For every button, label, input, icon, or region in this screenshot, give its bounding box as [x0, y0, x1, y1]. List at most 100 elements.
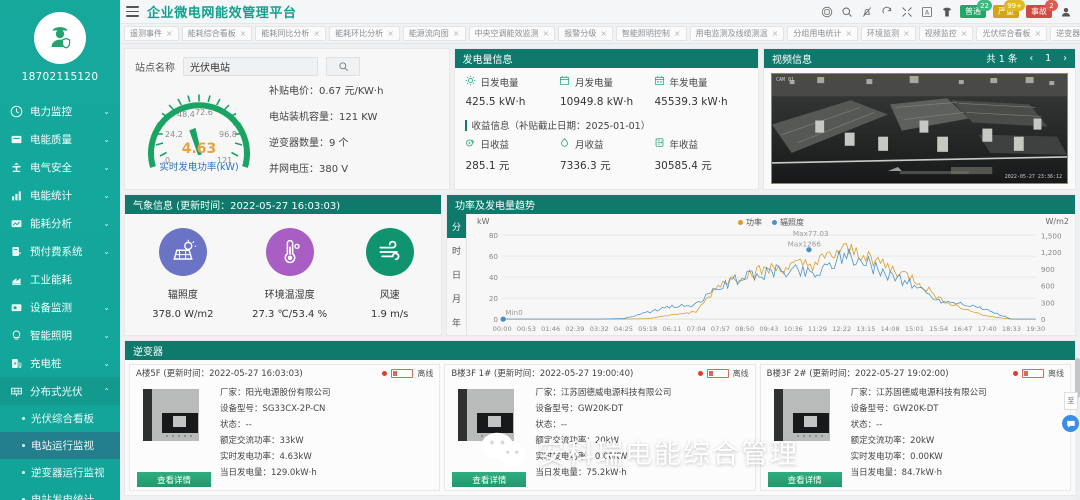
metric-value: 285.1 元 [466, 158, 560, 173]
svg-text:1,500: 1,500 [1041, 232, 1062, 241]
station-search-button[interactable] [326, 57, 360, 76]
station-body: 24.2 48.4 72.6 96.8 0 121 4.63 实时发电功率(kW… [135, 76, 439, 181]
tab-energy-flow[interactable]: 能源流向图× [403, 26, 466, 41]
granularity-tab-month[interactable]: 月 [447, 287, 466, 311]
video-stream[interactable]: CAM 01 2022-05-27 23:36:12 [771, 73, 1068, 184]
weather-item-label: 环境温湿度 [252, 286, 327, 301]
inverter-card-body: 查看详情 厂家：江苏固德威电源科技有限公司 设备型号：GW20K-DT 状态：-… [761, 381, 1070, 490]
sidebar-item-power-quality[interactable]: 电能质量 ⌄ [0, 125, 120, 153]
tab-label: 报警分级 [564, 28, 596, 39]
station-search: 站点名称 光伏电站 [135, 57, 439, 76]
chat-icon[interactable] [1062, 415, 1079, 432]
legend-item-power[interactable]: 功率 [738, 217, 762, 228]
user-icon[interactable] [1059, 5, 1072, 18]
close-icon[interactable]: × [903, 29, 910, 38]
legend-item-irradiance[interactable]: 辐照度 [772, 217, 804, 228]
tab-smart-lighting[interactable]: 智能照明控制× [616, 26, 687, 41]
chevron-down-icon: ⌄ [103, 107, 110, 116]
tab-energy-yoy[interactable]: 能耗同比分析× [255, 26, 326, 41]
search-icon[interactable] [840, 5, 853, 18]
app-root: 18702115120 电力监控 ⌄ 电能质量 ⌄ [0, 0, 1080, 500]
gauge-caption: 实时发电功率(kW) [135, 159, 263, 173]
close-icon[interactable]: × [166, 29, 173, 38]
sidebar-item-industry-energy[interactable]: 工业能耗 [0, 265, 120, 293]
granularity-tab-year[interactable]: 年 [447, 311, 466, 335]
inverter-card[interactable]: B楼3F 2# (更新时间：2022-05-27 19:02:00) 离线 [760, 364, 1071, 491]
tab-hvac-efficiency[interactable]: 中央空调能效监测× [469, 26, 556, 41]
language-icon[interactable]: A [920, 5, 933, 18]
tab-cable-temperature[interactable]: 用电监测及线缆测温× [690, 26, 785, 41]
power-toggle[interactable] [707, 369, 729, 378]
sidebar-item-smart-lighting[interactable]: 智能照明 ⌄ [0, 321, 120, 349]
bell-off-icon[interactable] [860, 5, 873, 18]
tab-energy-mom[interactable]: 能耗环比分析× [329, 26, 400, 41]
chevron-down-icon: ⌄ [103, 135, 110, 144]
hamburger-icon[interactable] [126, 6, 139, 17]
trend-panel-title: 功率及发电量趋势 [455, 197, 535, 212]
inverter-vendor: 厂家：阳光电源股份有限公司 [220, 386, 434, 398]
sidebar-subitem-station-monitor[interactable]: 电站运行监视 [0, 432, 120, 459]
avatar[interactable] [34, 12, 86, 64]
sidebar-item-electric-safety[interactable]: 电气安全 ⌄ [0, 153, 120, 181]
granularity-tab-day[interactable]: 日 [447, 262, 466, 286]
sidebar-item-device-monitor[interactable]: 设备监测 ⌄ [0, 293, 120, 321]
view-detail-button[interactable]: 查看详情 [768, 472, 842, 487]
revenue-section-title: 收益信息（补贴截止日期：2025-01-01） [465, 118, 749, 132]
close-icon[interactable]: × [674, 29, 681, 38]
dashboard-icon[interactable] [820, 5, 833, 18]
tab-video-surveillance[interactable]: 视频监控× [919, 26, 974, 41]
sidebar-subitem-pv-dashboard[interactable]: 光伏综合看板 [0, 405, 120, 432]
sidebar-subitem-station-stats[interactable]: 电站发电统计 [0, 486, 120, 500]
tab-telemetry-event[interactable]: 遥测事件× [124, 26, 179, 41]
sidebar-item-prepay[interactable]: 预付费系统 ⌄ [0, 237, 120, 265]
refresh-icon[interactable] [880, 5, 893, 18]
power-toggle[interactable] [391, 369, 413, 378]
tab-pv-dashboard[interactable]: 光伏综合看板× [976, 26, 1047, 41]
granularity-tab-hour[interactable]: 时 [447, 238, 466, 262]
chevron-right-icon[interactable]: › [1063, 53, 1067, 64]
inverter-daily-generation: 当日发电量：75.2kW·h [535, 466, 749, 478]
sidebar-item-energy-analysis[interactable]: 能耗分析 ⌄ [0, 209, 120, 237]
badge-count: 22 [977, 0, 992, 11]
inverter-card[interactable]: A楼5F (更新时间：2022-05-27 16:03:03) 离线 [129, 364, 440, 491]
status-badge-fault[interactable]: 事故 2 [1026, 5, 1052, 18]
close-icon[interactable]: × [453, 29, 460, 38]
sidebar-item-distributed-pv[interactable]: 分布式光伏 ⌃ [0, 377, 120, 405]
inverter-name: A楼5F (更新时间：2022-05-27 16:03:03) [136, 367, 303, 379]
status-badge-serious[interactable]: 严重 99+ [993, 5, 1019, 18]
float-anchor-button[interactable]: 至 [1064, 392, 1078, 410]
close-icon[interactable]: × [600, 29, 607, 38]
status-badge-normal[interactable]: 普通 22 [960, 5, 986, 18]
view-detail-button[interactable]: 查看详情 [137, 472, 211, 487]
close-icon[interactable]: × [1034, 29, 1041, 38]
svg-text:24.2: 24.2 [165, 130, 183, 139]
metric-label: 日发电量 [481, 75, 519, 89]
view-detail-button[interactable]: 查看详情 [452, 472, 526, 487]
sidebar-item-charging-pile[interactable]: 充电桩 ⌄ [0, 349, 120, 377]
sidebar-subitem-inverter-monitor[interactable]: 逆变器运行监视 [0, 459, 120, 486]
station-search-input[interactable]: 光伏电站 [183, 57, 318, 76]
sidebar-item-power-stats[interactable]: 电能统计 ⌄ [0, 181, 120, 209]
close-icon[interactable]: × [387, 29, 394, 38]
sidebar-item-power-monitor[interactable]: 电力监控 ⌄ [0, 97, 120, 125]
close-icon[interactable]: × [543, 29, 550, 38]
inverter-card[interactable]: B楼3F 1# (更新时间：2022-05-27 19:00:40) 离线 [444, 364, 755, 491]
tab-energy-dashboard[interactable]: 能耗综合看板× [182, 26, 253, 41]
close-icon[interactable]: × [772, 29, 779, 38]
granularity-tab-minute[interactable]: 分 [447, 214, 466, 238]
tab-alarm-levels[interactable]: 报警分级 × [558, 26, 613, 41]
tab-group-power-stats[interactable]: 分组用电统计× [787, 26, 858, 41]
close-icon[interactable]: × [961, 29, 968, 38]
fullscreen-icon[interactable] [900, 5, 913, 18]
chevron-left-icon[interactable]: ‹ [1029, 53, 1033, 64]
tab-environment-monitor[interactable]: 环境监测× [861, 26, 916, 41]
sidebar-subitem-label: 电站运行监视 [31, 438, 94, 453]
theme-icon[interactable] [940, 5, 953, 18]
close-icon[interactable]: × [845, 29, 852, 38]
tab-inverter-monitor[interactable]: 逆变器运行监视× [1050, 26, 1080, 41]
inverter-vendor: 厂家：江苏固德威电源科技有限公司 [851, 386, 1065, 398]
inverter-realtime-power: 实时发电功率：0.00KW [535, 450, 749, 462]
close-icon[interactable]: × [313, 29, 320, 38]
power-toggle[interactable] [1022, 369, 1044, 378]
close-icon[interactable]: × [240, 29, 247, 38]
